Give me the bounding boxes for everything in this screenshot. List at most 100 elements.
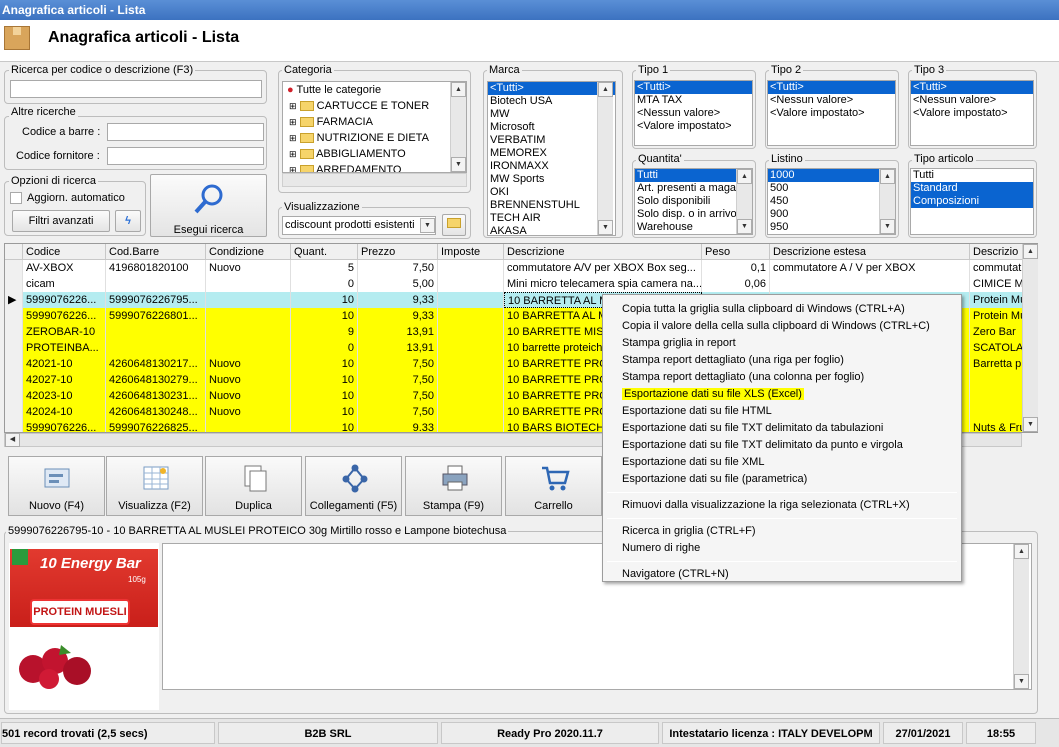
table-cell[interactable] <box>438 420 504 432</box>
table-cell[interactable]: 42021-10 <box>23 356 106 372</box>
tree-item-arredamento[interactable]: ⊞ ARREDAMENTO <box>283 162 466 172</box>
list-item[interactable]: <Valore impostato> <box>911 107 1033 120</box>
table-cell[interactable] <box>438 340 504 356</box>
list-item[interactable]: MW Sports <box>488 173 615 186</box>
table-cell[interactable]: 5999076226795... <box>106 292 206 308</box>
list-item[interactable]: Solo disponibili <box>635 195 752 208</box>
table-cell[interactable] <box>438 292 504 308</box>
menu-item[interactable]: Rimuovi dalla visualizzazione la riga se… <box>622 497 910 513</box>
list-item[interactable]: Warehouse <box>635 221 752 234</box>
scroll-up-icon[interactable]: ▲ <box>880 169 895 184</box>
column-header[interactable]: Imposte <box>438 244 504 260</box>
supplier-code-input[interactable] <box>107 147 264 165</box>
table-cell[interactable] <box>770 276 970 292</box>
list-item[interactable]: MTA TAX <box>635 94 752 107</box>
list-item[interactable]: 450 <box>768 195 895 208</box>
menu-item[interactable]: Esportazione dati su file XML <box>622 454 764 470</box>
menu-item[interactable]: Esportazione dati su file TXT delimitato… <box>622 420 883 436</box>
auto-update-checkbox[interactable] <box>10 192 22 204</box>
view-button[interactable]: Visualizza (F2) <box>106 456 203 516</box>
list-item[interactable]: TECH AIR <box>488 212 615 225</box>
table-cell[interactable] <box>438 276 504 292</box>
scroll-down-icon[interactable]: ▼ <box>1023 417 1038 432</box>
list-item[interactable]: <Valore impostato> <box>635 120 752 133</box>
list-item[interactable]: <Valore impostato> <box>768 107 895 120</box>
column-header[interactable]: Condizione <box>206 244 291 260</box>
table-cell[interactable]: 9,33 <box>358 292 438 308</box>
table-cell[interactable]: 4260648130248... <box>106 404 206 420</box>
brand-scrollbar[interactable]: ▲ ▼ <box>597 82 613 235</box>
table-cell[interactable]: Nuovo <box>206 372 291 388</box>
table-cell[interactable]: 7,50 <box>358 260 438 276</box>
table-cell[interactable] <box>438 372 504 388</box>
list-item[interactable]: Standard <box>911 182 1033 195</box>
tree-item-nutrizione[interactable]: ⊞ NUTRIZIONE E DIETA <box>283 130 466 146</box>
table-cell[interactable] <box>206 420 291 432</box>
duplicate-button[interactable]: Duplica <box>205 456 302 516</box>
scroll-down-icon[interactable]: ▼ <box>451 157 466 172</box>
table-cell[interactable] <box>438 356 504 372</box>
item-type-list[interactable]: Tutti Standard Composizioni <box>910 168 1034 235</box>
table-cell[interactable] <box>106 324 206 340</box>
table-cell[interactable]: Mini micro telecamera spia camera na... <box>504 276 702 292</box>
list-item[interactable]: Tutti <box>911 169 1033 182</box>
table-cell[interactable]: 5 <box>291 260 358 276</box>
table-cell[interactable] <box>206 340 291 356</box>
menu-item[interactable]: Navigatore (CTRL+N) <box>622 566 729 582</box>
category-hscrollbar[interactable] <box>282 173 467 187</box>
table-cell[interactable]: Nuovo <box>206 260 291 276</box>
table-row[interactable]: AV-XBOX 4196801820100 Nuovo 5 7,50 commutator… <box>5 260 1037 276</box>
table-cell[interactable] <box>106 340 206 356</box>
category-tree[interactable]: ● Tutte le categorie ⊞ CARTUCCE E TONER … <box>282 81 467 173</box>
category-scrollbar[interactable]: ▲ ▼ <box>450 82 466 172</box>
quantity-scrollbar[interactable]: ▲ ▼ <box>736 169 752 234</box>
table-cell[interactable]: 0 <box>291 340 358 356</box>
list-item[interactable]: AKASA <box>488 225 615 235</box>
table-cell[interactable] <box>438 260 504 276</box>
scroll-up-icon[interactable]: ▲ <box>1014 544 1029 559</box>
view-select[interactable]: cdiscount prodotti esistenti <box>282 216 436 235</box>
list-item[interactable]: <Tutti> <box>635 81 752 94</box>
table-cell[interactable]: commutatore A / V per XBOX <box>770 260 970 276</box>
list-item[interactable]: Microsoft <box>488 121 615 134</box>
table-cell[interactable]: 10 <box>291 372 358 388</box>
list-item[interactable]: Composizioni <box>911 195 1033 208</box>
print-button[interactable]: Stampa (F9) <box>405 456 502 516</box>
barcode-input[interactable] <box>107 123 264 141</box>
table-cell[interactable]: 10 <box>291 292 358 308</box>
menu-item[interactable]: Copia il valore della cella sulla clipbo… <box>622 318 930 334</box>
table-cell[interactable]: 10 <box>291 356 358 372</box>
table-cell[interactable]: 5999076226... <box>23 308 106 324</box>
list-item[interactable]: Biotech USA <box>488 95 615 108</box>
type2-list[interactable]: <Tutti> <Nessun valore> <Valore impostato> <box>767 80 896 146</box>
list-item[interactable]: IRONMAXX <box>488 160 615 173</box>
table-cell[interactable]: 5,00 <box>358 276 438 292</box>
list-item[interactable]: OKI <box>488 186 615 199</box>
table-cell[interactable] <box>438 324 504 340</box>
scroll-up-icon[interactable]: ▲ <box>737 169 752 184</box>
list-item[interactable]: <Tutti> <box>911 81 1033 94</box>
links-button[interactable]: Collegamenti (F5) <box>305 456 402 516</box>
table-cell[interactable] <box>206 324 291 340</box>
table-cell[interactable]: 0 <box>291 276 358 292</box>
scroll-up-icon[interactable]: ▲ <box>1023 244 1038 259</box>
scroll-down-icon[interactable]: ▼ <box>1014 674 1029 689</box>
chevron-down-icon[interactable]: ▼ <box>420 218 435 233</box>
table-cell[interactable]: 7,50 <box>358 388 438 404</box>
table-cell[interactable]: 9,33 <box>358 308 438 324</box>
price-list-scrollbar[interactable]: ▲ ▼ <box>879 169 895 234</box>
column-header[interactable]: Peso <box>702 244 770 260</box>
table-cell[interactable]: 7,50 <box>358 372 438 388</box>
list-item[interactable]: <Tutti> <box>488 82 615 95</box>
table-cell[interactable]: 5999076226... <box>23 420 106 432</box>
table-cell[interactable] <box>206 276 291 292</box>
table-cell[interactable] <box>206 308 291 324</box>
scroll-down-icon[interactable]: ▼ <box>880 219 895 234</box>
tree-item-all[interactable]: ● Tutte le categorie <box>283 82 466 98</box>
execute-search-button[interactable]: Esegui ricerca <box>150 174 267 237</box>
list-item[interactable]: <Nessun valore> <box>635 107 752 120</box>
menu-item[interactable]: Esportazione dati su file (parametrica) <box>622 471 807 487</box>
table-cell[interactable]: AV-XBOX <box>23 260 106 276</box>
detail-scrollbar[interactable]: ▲ ▼ <box>1013 544 1029 689</box>
list-item[interactable]: MEMOREX <box>488 147 615 160</box>
